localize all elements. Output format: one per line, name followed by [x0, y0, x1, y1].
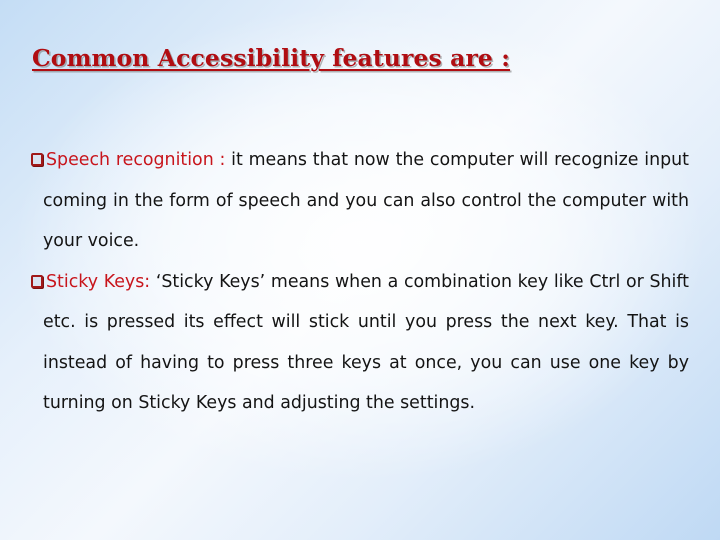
feature-item-sticky-keys: Sticky Keys: ‘Sticky Keys’ means when a …	[31, 262, 689, 424]
slide-title: Common Accessibility features are :	[32, 44, 511, 72]
feature-term: Sticky Keys:	[46, 271, 156, 292]
feature-term: Speech recognition :	[46, 150, 232, 170]
slide: Common Accessibility features are : Spee…	[0, 0, 720, 540]
checkbox-square-icon	[31, 153, 43, 166]
feature-list: Speech recognition : it means that now t…	[31, 140, 689, 424]
feature-description: ‘Sticky Keys’ means when a combination k…	[43, 271, 689, 414]
checkbox-square-icon	[31, 274, 43, 288]
feature-item-speech-recognition: Speech recognition : it means that now t…	[31, 140, 689, 262]
